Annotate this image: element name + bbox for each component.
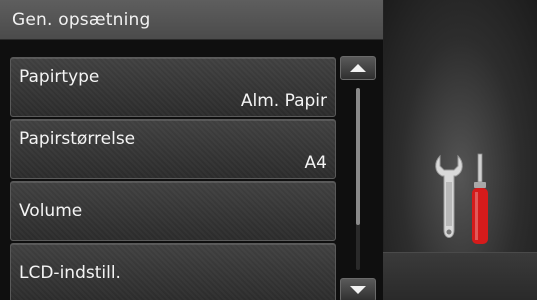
- wrench-icon: [435, 154, 463, 238]
- menu-item-papirtype[interactable]: Papirtype Alm. Papir: [10, 57, 336, 117]
- menu-item-label: Volume: [19, 201, 83, 221]
- illustration-panel: [383, 0, 537, 252]
- tools-icon: [435, 153, 488, 244]
- status-area: [383, 252, 537, 300]
- menu-list: Papirtype Alm. Papir Papirstørrelse A4 V…: [0, 40, 383, 300]
- menu-item-papirstorrelse[interactable]: Papirstørrelse A4: [10, 119, 336, 179]
- scroll-down-icon: [350, 286, 366, 294]
- menu-item-lcd-indstill[interactable]: LCD-indstill.: [10, 243, 336, 300]
- scroll-track[interactable]: [356, 88, 360, 270]
- page-title: Gen. opsætning: [12, 10, 151, 30]
- scroll-thumb[interactable]: [356, 88, 360, 225]
- scroll-up-button[interactable]: [340, 56, 376, 80]
- menu-item-label: Papirtype: [19, 67, 100, 87]
- menu-item-value: A4: [304, 153, 327, 173]
- menu-item-value: Alm. Papir: [240, 91, 327, 111]
- screen: Gen. opsætning Papirtype Alm. Papir Papi…: [0, 0, 537, 300]
- title-bar: Gen. opsætning: [0, 0, 383, 40]
- scrollbar[interactable]: [340, 56, 376, 300]
- menu-item-volume[interactable]: Volume: [10, 181, 336, 241]
- screwdriver-icon: [472, 153, 488, 244]
- scroll-down-button[interactable]: [340, 278, 376, 300]
- menu-item-label: Papirstørrelse: [19, 129, 136, 149]
- scroll-up-icon: [350, 64, 366, 72]
- menu-item-label: LCD-indstill.: [19, 263, 121, 283]
